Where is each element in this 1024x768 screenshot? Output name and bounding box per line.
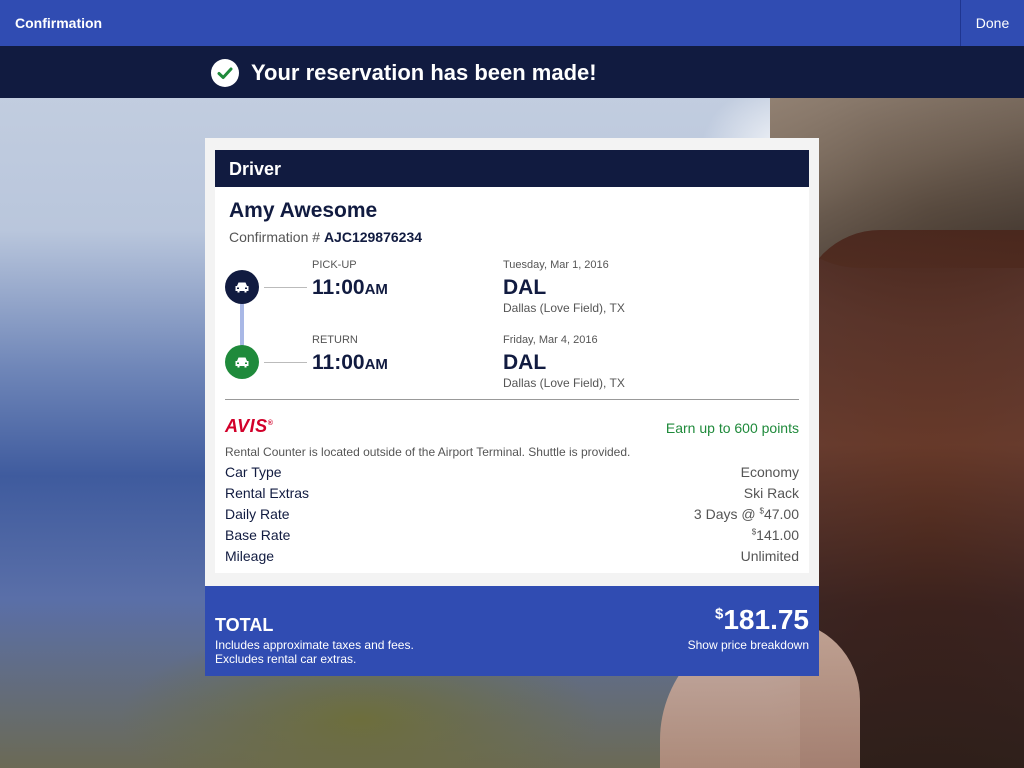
pickup-date: Tuesday, Mar 1, 2016 bbox=[503, 259, 609, 271]
return-airport-code: DAL bbox=[503, 351, 547, 374]
return-ampm: AM bbox=[364, 356, 388, 373]
confirmation-banner: Your reservation has been made! bbox=[0, 46, 1024, 98]
pickup-connector-line bbox=[264, 287, 307, 288]
checkmark-icon bbox=[211, 59, 239, 87]
detail-row-daily-rate: Daily Rate 3 Days @ $47.00 bbox=[225, 506, 799, 526]
return-date: Friday, Mar 4, 2016 bbox=[503, 334, 598, 346]
top-navigation-bar: Confirmation Done bbox=[0, 0, 1024, 46]
daily-rate-days: 3 Days @ bbox=[693, 506, 760, 522]
avis-logo: AVIS® bbox=[225, 416, 273, 437]
detail-value: $141.00 bbox=[752, 527, 799, 543]
detail-value: Economy bbox=[740, 464, 799, 480]
return-car-icon bbox=[225, 345, 259, 379]
avis-logo-text: AVIS bbox=[225, 416, 268, 436]
detail-label: Car Type bbox=[225, 464, 282, 480]
total-note-taxes: Includes approximate taxes and fees. bbox=[215, 638, 414, 652]
detail-value: 3 Days @ $47.00 bbox=[694, 506, 799, 522]
confirmation-number: AJC129876234 bbox=[323, 229, 423, 245]
detail-value: Ski Rack bbox=[743, 485, 799, 501]
driver-name: Amy Awesome bbox=[229, 199, 378, 222]
total-amount-value: 181.75 bbox=[723, 604, 809, 635]
total-label: TOTAL bbox=[215, 615, 274, 635]
return-city: Dallas (Love Field), TX bbox=[503, 376, 625, 390]
base-rate-amount: 141.00 bbox=[756, 527, 799, 543]
driver-section-header: Driver bbox=[215, 150, 809, 187]
done-button[interactable]: Done bbox=[960, 0, 1024, 46]
rental-counter-note: Rental Counter is located outside of the… bbox=[225, 445, 631, 459]
total-note-extras: Excludes rental car extras. bbox=[215, 652, 357, 666]
reservation-card: Driver Amy Awesome Confirmation # AJC129… bbox=[205, 138, 819, 676]
return-time-value: 11:00 bbox=[312, 351, 365, 374]
confirmation-line: Confirmation # AJC129876234 bbox=[229, 229, 422, 245]
pickup-airport-code: DAL bbox=[503, 276, 547, 299]
reservation-details-panel: Driver Amy Awesome Confirmation # AJC129… bbox=[215, 150, 809, 573]
pickup-ampm: AM bbox=[364, 281, 388, 298]
price-breakdown-link[interactable]: Show price breakdown bbox=[688, 638, 809, 652]
detail-value: Unlimited bbox=[740, 548, 799, 564]
pickup-time: 11:00AM bbox=[312, 276, 388, 300]
detail-label: Base Rate bbox=[225, 527, 291, 543]
return-time: 11:00AM bbox=[312, 351, 388, 375]
total-section: TOTAL Includes approximate taxes and fee… bbox=[205, 586, 819, 676]
page-title: Confirmation bbox=[15, 15, 103, 31]
daily-rate-amount: 47.00 bbox=[763, 506, 799, 522]
pickup-city: Dallas (Love Field), TX bbox=[503, 301, 625, 315]
pickup-car-icon bbox=[225, 270, 259, 304]
detail-label: Mileage bbox=[225, 548, 275, 564]
detail-row-rental-extras: Rental Extras Ski Rack bbox=[225, 485, 799, 505]
confirmation-message: Your reservation has been made! bbox=[251, 60, 597, 85]
detail-row-car-type: Car Type Economy bbox=[225, 464, 799, 484]
detail-row-base-rate: Base Rate $141.00 bbox=[225, 527, 799, 547]
points-earned: Earn up to 600 points bbox=[665, 420, 799, 436]
pickup-label: PICK-UP bbox=[312, 259, 357, 271]
detail-label: Daily Rate bbox=[225, 506, 290, 522]
section-divider bbox=[225, 399, 799, 400]
return-label: RETURN bbox=[312, 334, 358, 346]
detail-label: Rental Extras bbox=[225, 485, 310, 501]
total-note: Includes approximate taxes and fees. Exc… bbox=[215, 638, 414, 666]
avis-logo-mark: ® bbox=[267, 420, 274, 427]
confirmation-prefix: Confirmation # bbox=[229, 229, 321, 245]
total-amount: $181.75 bbox=[715, 604, 809, 636]
detail-row-mileage: Mileage Unlimited bbox=[225, 548, 799, 568]
pickup-time-value: 11:00 bbox=[312, 276, 365, 299]
return-connector-line bbox=[264, 362, 307, 363]
